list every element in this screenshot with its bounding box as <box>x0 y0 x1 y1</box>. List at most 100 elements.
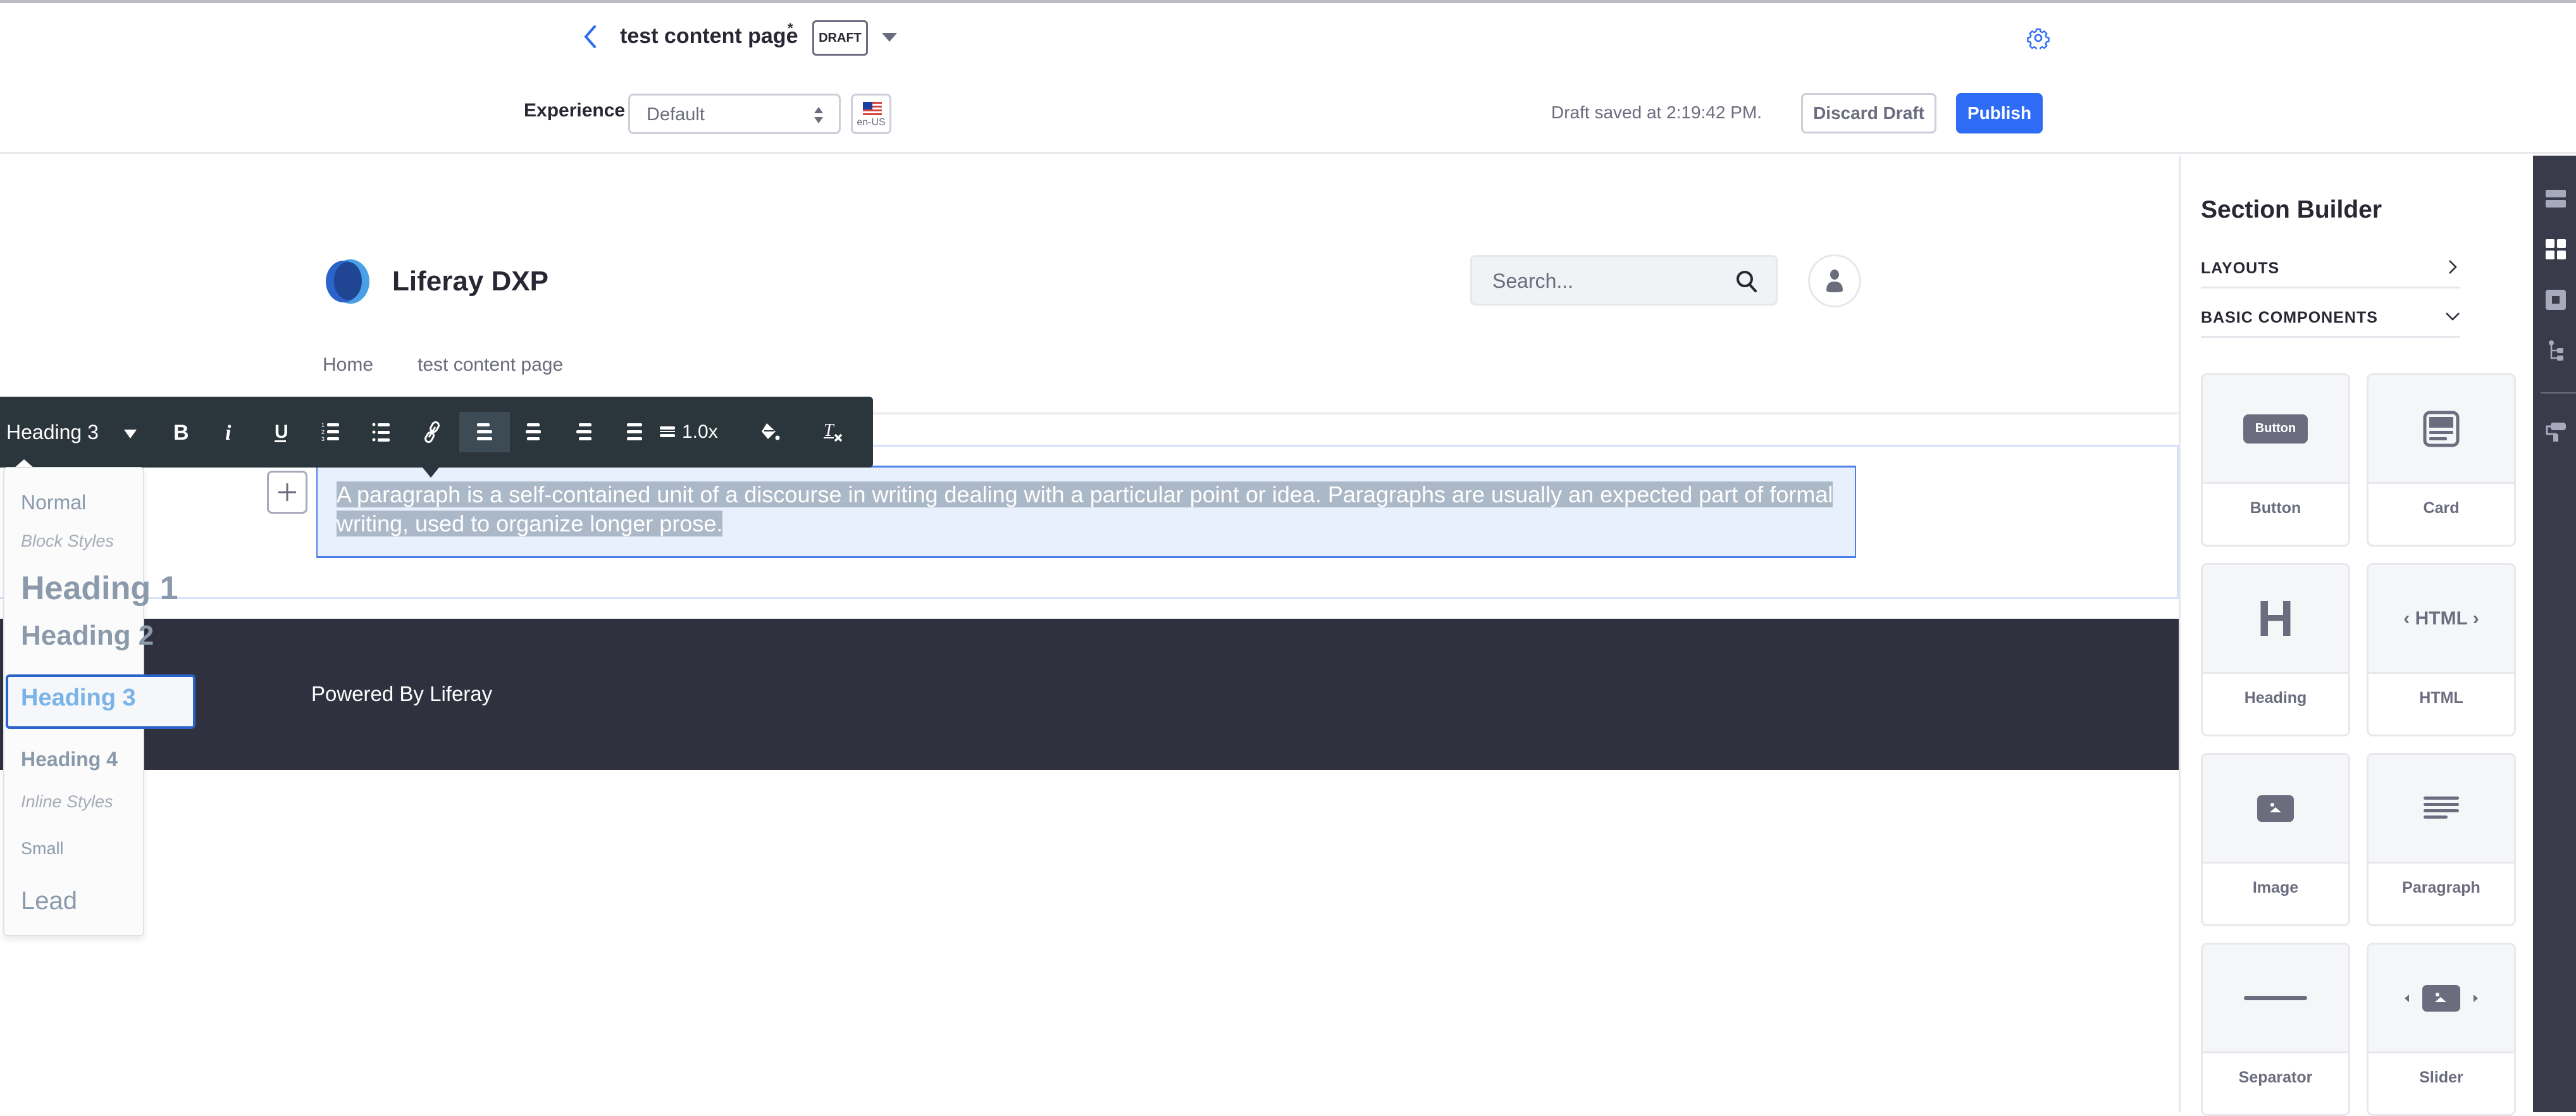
nav-item-home[interactable]: Home <box>323 354 373 376</box>
svg-text:2: 2 <box>321 429 325 435</box>
status-dropdown-caret-icon[interactable] <box>882 33 897 42</box>
liferay-logo-icon <box>326 259 369 304</box>
separator-icon <box>2244 995 2307 1000</box>
component-card-heading[interactable]: H Heading <box>2201 563 2350 736</box>
toolbar-pointer <box>423 468 439 478</box>
format-group-block-styles: Block Styles <box>21 531 115 550</box>
format-dropdown-menu: Normal Block Styles Heading 1 Heading 2 … <box>3 467 195 936</box>
fragments-icon[interactable] <box>2546 239 2566 259</box>
format-option-small[interactable]: Small <box>21 839 64 859</box>
component-label: Card <box>2423 499 2460 517</box>
component-label: HTML <box>2419 689 2463 707</box>
publish-button[interactable]: Publish <box>1956 93 2043 133</box>
card-icon <box>2423 411 2460 447</box>
button-preview-text: Button <box>2255 421 2296 435</box>
locale-code: en-US <box>857 117 886 128</box>
button-icon: Button <box>2243 414 2308 443</box>
draft-saved-status: Draft saved at 2:19:42 PM. <box>1551 102 1762 122</box>
image-icon <box>2257 795 2294 822</box>
experience-label: Experience <box>524 100 626 121</box>
editor-header <box>0 3 2576 154</box>
component-label: Image <box>2252 879 2299 896</box>
selected-text: A paragraph is a self-contained unit of … <box>337 481 1833 536</box>
component-card-image[interactable]: Image <box>2201 753 2350 926</box>
panel-title: Section Builder <box>2201 196 2382 223</box>
paint-bucket-icon <box>762 423 780 440</box>
ordered-list-button[interactable]: 123 <box>314 412 348 452</box>
align-center-button[interactable] <box>516 412 550 452</box>
gear-icon <box>2027 28 2050 51</box>
format-option-heading-2[interactable]: Heading 2 <box>21 620 154 652</box>
component-card-card[interactable]: Card <box>2367 373 2516 547</box>
user-avatar[interactable] <box>1808 254 1861 307</box>
page-settings-button[interactable] <box>2027 27 2050 51</box>
look-and-feel-icon[interactable] <box>2546 421 2566 442</box>
unordered-list-button[interactable] <box>364 412 399 452</box>
layouts-section-toggle[interactable]: LAYOUTS <box>2201 251 2460 288</box>
html-icon: ‹ HTML › <box>2403 607 2479 629</box>
search-icon[interactable] <box>1735 270 1758 294</box>
back-button[interactable] <box>581 24 600 49</box>
align-right-icon <box>576 423 591 440</box>
rail-divider <box>2541 392 2576 394</box>
page-structure-icon[interactable] <box>2546 340 2566 361</box>
component-card-slider[interactable]: Slider <box>2367 943 2516 1116</box>
svg-text:i: i <box>225 421 232 443</box>
svg-text:U: U <box>275 421 288 442</box>
editable-paragraph[interactable]: A paragraph is a self-contained unit of … <box>316 466 1856 558</box>
bold-icon: B <box>173 421 189 443</box>
site-footer: Powered By Liferay <box>0 619 2179 770</box>
line-height-button[interactable]: 1.0x <box>658 412 734 452</box>
component-label: Heading <box>2244 689 2307 707</box>
footer-text: Powered By Liferay <box>311 682 493 705</box>
status-badge: DRAFT <box>812 20 868 56</box>
underline-icon: U <box>275 421 288 442</box>
component-card-button[interactable]: Button Button <box>2201 373 2350 547</box>
svg-text:B: B <box>173 421 189 443</box>
align-justify-icon <box>627 423 642 440</box>
underline-button[interactable]: U <box>263 412 297 452</box>
align-left-icon <box>477 423 492 440</box>
experience-select-value: Default <box>647 104 705 125</box>
remove-format-button[interactable]: T <box>816 412 850 452</box>
sections-icon[interactable] <box>2546 189 2566 209</box>
basic-components-section-toggle[interactable]: BASIC COMPONENTS <box>2201 300 2460 338</box>
site-name: Liferay DXP <box>392 266 548 297</box>
align-right-button[interactable] <box>567 412 601 452</box>
bold-button[interactable]: B <box>163 412 197 452</box>
paragraph-text[interactable]: A paragraph is a self-contained unit of … <box>337 480 1848 538</box>
svg-text:1: 1 <box>321 422 325 428</box>
italic-button[interactable]: i <box>213 412 247 452</box>
discard-draft-button[interactable]: Discard Draft <box>1801 93 1936 133</box>
plus-icon <box>278 483 296 501</box>
nav-item-test-content-page[interactable]: test content page <box>418 354 563 376</box>
component-card-paragraph[interactable]: Paragraph <box>2367 753 2516 926</box>
site-search-input[interactable]: Search... <box>1470 255 1778 306</box>
text-color-button[interactable] <box>753 412 787 452</box>
format-option-heading-4[interactable]: Heading 4 <box>21 748 118 771</box>
section-builder-panel: Section Builder LAYOUTS BASIC COMPONENTS… <box>2179 156 2533 1116</box>
chevron-right-icon <box>2449 260 2457 274</box>
paragraph-icon <box>2424 796 2459 819</box>
format-option-heading-3[interactable]: Heading 3 <box>21 685 136 712</box>
format-option-normal[interactable]: Normal <box>21 491 86 514</box>
line-height-value: 1.0x <box>682 421 718 442</box>
component-card-html[interactable]: ‹ HTML › HTML <box>2367 563 2516 736</box>
link-button[interactable] <box>415 412 449 452</box>
select-arrows-icon <box>814 107 823 123</box>
format-select-value: Heading 3 <box>6 420 99 443</box>
format-option-lead[interactable]: Lead <box>21 887 77 915</box>
align-left-button[interactable] <box>459 412 510 452</box>
locale-selector[interactable]: en-US <box>851 94 891 134</box>
unsaved-marker: * <box>788 20 793 36</box>
italic-icon: i <box>225 421 232 443</box>
add-fragment-button[interactable] <box>267 471 307 514</box>
align-justify-button[interactable] <box>617 412 652 452</box>
unordered-list-icon <box>372 423 390 442</box>
widgets-icon[interactable] <box>2546 290 2566 310</box>
component-label: Button <box>2250 499 2301 517</box>
format-option-heading-1[interactable]: Heading 1 <box>21 569 178 607</box>
rich-text-toolbar: Heading 3 B i U 123 1.0x T <box>0 397 873 468</box>
component-card-separator[interactable]: Separator <box>2201 943 2350 1116</box>
experience-select[interactable]: Default <box>628 94 841 134</box>
